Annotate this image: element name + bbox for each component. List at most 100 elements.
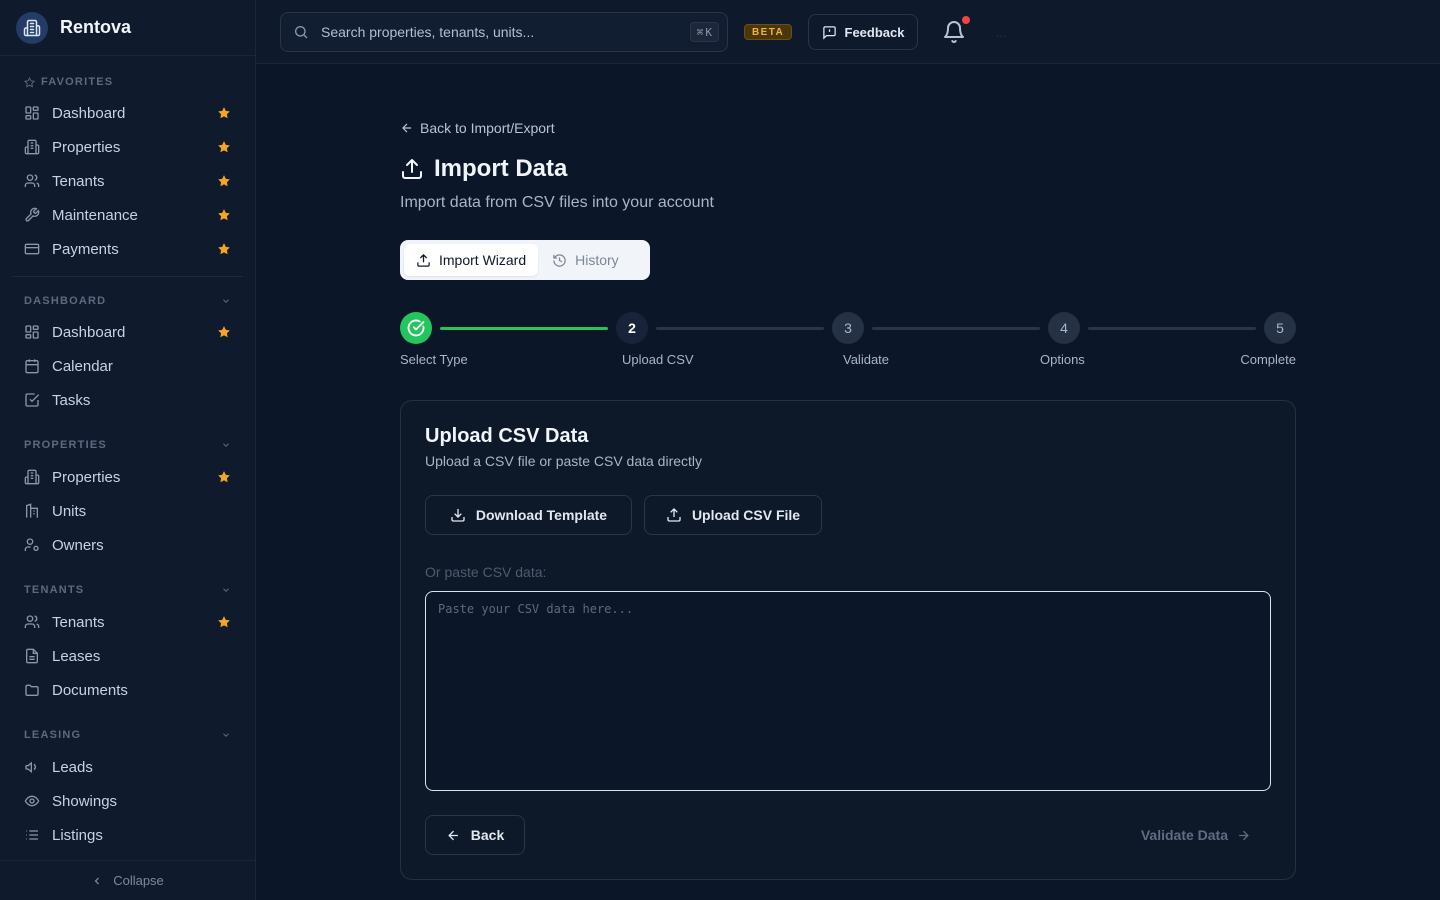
check-circle-icon: [407, 319, 425, 337]
sidebar-item-dashboard[interactable]: Dashboard: [12, 315, 243, 349]
star-icon[interactable]: [217, 325, 231, 339]
nav-label: Dashboard: [52, 104, 126, 122]
sidebar: Rentova FAVORITES Dashboard Properties T…: [0, 0, 256, 900]
brand[interactable]: Rentova: [0, 0, 255, 56]
star-icon[interactable]: [217, 208, 231, 222]
nav-label: Leases: [52, 647, 101, 665]
nav-label: Calendar: [52, 357, 113, 375]
sidebar-item-tenants[interactable]: Tenants: [12, 605, 243, 639]
chevron-left-icon: [94, 877, 100, 884]
file-icon: [26, 648, 38, 664]
star-icon[interactable]: [217, 242, 231, 256]
app-name: Rentova: [60, 17, 132, 37]
credit-card-icon: [24, 243, 40, 255]
history-icon: [553, 253, 566, 267]
sidebar-item-calendar[interactable]: Calendar: [12, 349, 243, 383]
sidebar-item-showings[interactable]: Showings: [12, 784, 243, 818]
nav-label: Documents: [52, 681, 128, 699]
building-icon: [24, 139, 40, 155]
folder-icon: [25, 684, 39, 696]
sidebar-item-listings[interactable]: Listings: [12, 818, 243, 852]
nav-label: Maintenance: [52, 206, 138, 224]
validate-data-button[interactable]: Validate Data: [1121, 815, 1271, 855]
back-to-import-export-link[interactable]: Back to Import/Export: [400, 120, 555, 136]
card-title: Upload CSV Data: [425, 425, 589, 447]
building-icon: [24, 469, 40, 485]
step-label: Validate: [843, 352, 890, 367]
chevron-down-icon: [223, 588, 229, 592]
download-icon: [451, 509, 465, 522]
nav-label: Tenants: [52, 613, 105, 631]
sidebar-nav: FAVORITES Dashboard Properties Tenants M…: [0, 56, 255, 860]
paste-csv-label: Or paste CSV data:: [425, 564, 547, 580]
sidebar-item-units[interactable]: Units: [12, 494, 243, 528]
upload-icon: [667, 508, 681, 522]
step-connector: [1088, 327, 1256, 330]
section-label-favorites: FAVORITES: [12, 72, 243, 92]
calendar-icon: [25, 359, 39, 374]
section-label-tenants[interactable]: TENANTS: [12, 580, 243, 600]
feedback-button[interactable]: Feedback: [808, 14, 918, 50]
sidebar-divider: [12, 276, 243, 277]
step-label: Complete: [1240, 352, 1296, 367]
star-icon[interactable]: [217, 106, 231, 120]
sidebar-item-owners[interactable]: Owners: [12, 528, 243, 562]
tab-list: Import Wizard History: [400, 240, 650, 280]
favorite-item-tenants[interactable]: Tenants: [12, 164, 243, 198]
nav-label: Properties: [52, 138, 121, 156]
list-icon: [26, 830, 38, 840]
step-connector: [872, 327, 1040, 330]
step-2-current: 2: [616, 312, 648, 344]
star-icon[interactable]: [217, 470, 231, 484]
collapse-sidebar-button[interactable]: Collapse: [0, 860, 255, 900]
keyboard-shortcut: ⌘ K: [689, 22, 719, 42]
page-subtitle: Import data from CSV files into your acc…: [400, 194, 714, 211]
back-button[interactable]: Back: [425, 815, 525, 855]
users-icon: [24, 174, 40, 187]
sidebar-item-leads[interactable]: Leads: [12, 750, 243, 784]
message-square-icon: [822, 25, 836, 40]
nav-label: Owners: [52, 536, 104, 554]
wrench-icon: [25, 207, 40, 222]
favorite-item-dashboard[interactable]: Dashboard: [12, 96, 243, 130]
step-3: 3: [832, 312, 864, 344]
upload-csv-file-button[interactable]: Upload CSV File: [644, 495, 822, 535]
step-label: Upload CSV: [622, 352, 694, 367]
chevron-down-icon: [223, 443, 229, 447]
bell-icon[interactable]: [942, 20, 966, 44]
star-outline-icon: [24, 76, 35, 87]
sidebar-item-properties[interactable]: Properties: [12, 460, 243, 494]
import-stepper: 2 3 4 5 Select Type Upload CSV Validate …: [400, 312, 1296, 372]
nav-label: Listings: [52, 826, 103, 844]
favorite-item-maintenance[interactable]: Maintenance: [12, 198, 243, 232]
nav-label: Tenants: [52, 172, 105, 190]
favorite-item-properties[interactable]: Properties: [12, 130, 243, 164]
section-label-properties[interactable]: PROPERTIES: [12, 435, 243, 455]
collapse-label: Collapse: [113, 873, 164, 888]
download-template-button[interactable]: Download Template: [425, 495, 632, 535]
star-icon[interactable]: [217, 174, 231, 188]
megaphone-icon: [25, 761, 36, 774]
section-label-leasing[interactable]: LEASING: [12, 725, 243, 745]
tab-history[interactable]: History: [540, 244, 631, 276]
sidebar-item-tasks[interactable]: Tasks: [12, 383, 243, 417]
star-icon[interactable]: [217, 140, 231, 154]
eye-icon: [24, 795, 40, 807]
section-label-dashboard[interactable]: DASHBOARD: [12, 291, 243, 311]
star-icon[interactable]: [217, 615, 231, 629]
favorite-item-payments[interactable]: Payments: [12, 232, 243, 266]
arrow-left-icon: [448, 830, 458, 840]
search-input[interactable]: Search properties, tenants, units... ⌘ K: [280, 12, 728, 52]
notification-dot: [962, 16, 970, 24]
user-avatar[interactable]: ...: [996, 18, 1026, 46]
upload-icon: [417, 253, 430, 267]
top-header: Search properties, tenants, units... ⌘ K …: [256, 0, 1440, 64]
step-connector-complete: [440, 327, 608, 330]
tab-import-wizard[interactable]: Import Wizard: [404, 244, 539, 276]
dashboard-icon: [25, 325, 39, 339]
nav-label: Units: [52, 502, 87, 520]
sidebar-item-leases[interactable]: Leases: [12, 639, 243, 673]
csv-paste-textarea[interactable]: [425, 591, 1271, 791]
arrow-left-icon: [402, 123, 412, 133]
sidebar-item-documents[interactable]: Documents: [12, 673, 243, 707]
